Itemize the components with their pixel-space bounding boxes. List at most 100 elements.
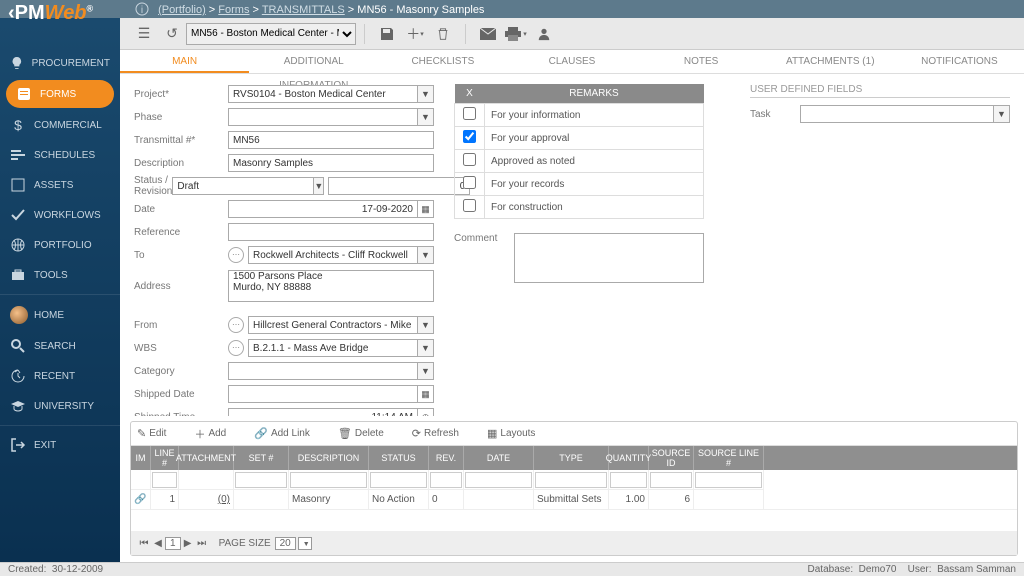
sidebar-item-procurement[interactable]: PROCUREMENT	[0, 48, 120, 78]
to-field[interactable]	[248, 246, 418, 264]
lookup-icon[interactable]: ⋯	[228, 340, 244, 356]
chevron-down-icon[interactable]: ▼	[418, 316, 434, 334]
sidebar-item-recent[interactable]: RECENT	[0, 361, 120, 391]
grid-col-set[interactable]: SET #	[234, 446, 289, 470]
chevron-down-icon[interactable]: ▼	[418, 108, 434, 126]
filter-input[interactable]	[152, 472, 177, 488]
chevron-down-icon[interactable]: ▼	[418, 339, 434, 357]
save-icon[interactable]	[375, 22, 399, 46]
undo-icon[interactable]: ↺	[160, 22, 184, 46]
remark-checkbox[interactable]	[463, 176, 476, 189]
cell-attachment[interactable]: (0)	[179, 490, 234, 509]
revision-field[interactable]	[328, 177, 470, 195]
sidebar-item-forms[interactable]: FORMS	[6, 80, 114, 108]
grid-refresh-button[interactable]: ⟳Refresh	[412, 427, 473, 440]
remark-checkbox[interactable]	[463, 107, 476, 120]
tab-notifications[interactable]: NOTIFICATIONS	[895, 50, 1024, 73]
from-field[interactable]	[248, 316, 418, 334]
calendar-icon[interactable]: ▦	[418, 200, 434, 218]
filter-input[interactable]	[235, 472, 287, 488]
project-field[interactable]	[228, 85, 418, 103]
comment-field[interactable]	[514, 233, 704, 283]
sidebar-item-portfolio[interactable]: PORTFOLIO	[0, 230, 120, 260]
grid-delete-button[interactable]: 🗑Delete	[338, 427, 398, 440]
wbs-field[interactable]	[248, 339, 418, 357]
filter-input[interactable]	[610, 472, 647, 488]
grid-col-type[interactable]: TYPE	[534, 446, 609, 470]
task-field[interactable]	[800, 105, 994, 123]
date-field[interactable]	[228, 200, 418, 218]
grid-col-rev[interactable]: REV.	[429, 446, 464, 470]
tab-notes[interactable]: NOTES	[637, 50, 766, 73]
chevron-down-icon[interactable]: ▼	[314, 177, 324, 195]
grid-add-button[interactable]: ＋Add	[194, 426, 240, 442]
filter-input[interactable]	[695, 472, 762, 488]
sidebar-item-workflows[interactable]: WORKFLOWS	[0, 200, 120, 230]
grid-col-source-line[interactable]: SOURCE LINE #	[694, 446, 764, 470]
grid-col-img[interactable]: IM	[131, 446, 151, 470]
remark-checkbox[interactable]	[463, 199, 476, 212]
shipped-time-field[interactable]	[228, 408, 418, 416]
category-field[interactable]	[228, 362, 418, 380]
grid-layouts-button[interactable]: ▦Layouts	[487, 427, 549, 440]
chevron-down-icon[interactable]: ▼	[994, 105, 1010, 123]
filter-input[interactable]	[430, 472, 462, 488]
link-icon[interactable]: 🔗	[131, 490, 151, 509]
status-field[interactable]	[172, 177, 314, 195]
sidebar-item-search[interactable]: SEARCH	[0, 331, 120, 361]
grid-col-line[interactable]: LINE #	[151, 446, 179, 470]
grid-col-date[interactable]: DATE	[464, 446, 534, 470]
pager-last-icon[interactable]: ⏭	[195, 538, 209, 549]
tab-additional[interactable]: ADDITIONAL INFORMATION	[249, 50, 378, 73]
page-size-value[interactable]: 20	[275, 537, 296, 550]
reference-field[interactable]	[228, 223, 434, 241]
filter-input[interactable]	[465, 472, 532, 488]
chevron-down-icon[interactable]	[298, 537, 312, 550]
filter-input[interactable]	[535, 472, 607, 488]
delete-icon[interactable]	[431, 22, 455, 46]
shipped-date-field[interactable]	[228, 385, 418, 403]
sidebar-item-commercial[interactable]: $COMMERCIAL	[0, 110, 120, 140]
grid-col-quantity[interactable]: QUANTITY	[609, 446, 649, 470]
grid-add-link-button[interactable]: 🔗Add Link	[254, 427, 324, 440]
sidebar-item-exit[interactable]: EXIT	[0, 430, 120, 460]
lookup-icon[interactable]: ⋯	[228, 317, 244, 333]
sidebar-item-university[interactable]: UNIVERSITY	[0, 391, 120, 421]
chevron-down-icon[interactable]: ▼	[418, 362, 434, 380]
sidebar-item-assets[interactable]: ASSETS	[0, 170, 120, 200]
tab-attachments[interactable]: ATTACHMENTS (1)	[766, 50, 895, 73]
filter-input[interactable]	[290, 472, 367, 488]
remark-checkbox[interactable]	[463, 153, 476, 166]
calendar-icon[interactable]: ▦	[418, 385, 434, 403]
record-selector[interactable]: MN56 - Boston Medical Center - Ma	[186, 23, 356, 45]
description-field[interactable]	[228, 154, 434, 172]
lookup-icon[interactable]: ⋯	[228, 247, 244, 263]
chevron-down-icon[interactable]: ▼	[418, 246, 434, 264]
sidebar-item-tools[interactable]: TOOLS	[0, 260, 120, 290]
tab-main[interactable]: MAIN	[120, 50, 249, 73]
add-icon[interactable]: ＋▾	[403, 22, 427, 46]
bc-forms[interactable]: Forms	[218, 4, 249, 16]
list-view-icon[interactable]: ☰	[132, 22, 156, 46]
chevron-down-icon[interactable]: ▼	[418, 85, 434, 103]
tab-checklists[interactable]: CHECKLISTS	[378, 50, 507, 73]
pager-first-icon[interactable]: ⏮	[137, 538, 151, 549]
filter-input[interactable]	[370, 472, 427, 488]
sidebar-item-home[interactable]: HOME	[0, 299, 120, 331]
filter-input[interactable]	[650, 472, 692, 488]
bc-transmittals[interactable]: TRANSMITTALS	[262, 4, 345, 16]
pager-next-icon[interactable]: ▶	[181, 538, 195, 549]
phase-field[interactable]	[228, 108, 418, 126]
sidebar-item-schedules[interactable]: SCHEDULES	[0, 140, 120, 170]
user-icon[interactable]	[532, 22, 556, 46]
clock-icon[interactable]: ◷	[418, 408, 434, 416]
print-icon[interactable]: ▾	[504, 22, 528, 46]
tab-clauses[interactable]: CLAUSES	[507, 50, 636, 73]
mail-icon[interactable]	[476, 22, 500, 46]
grid-edit-button[interactable]: ✎Edit	[137, 427, 180, 440]
remark-checkbox[interactable]	[463, 130, 476, 143]
transmittal-field[interactable]	[228, 131, 434, 149]
grid-col-description[interactable]: DESCRIPTION	[289, 446, 369, 470]
grid-col-status[interactable]: STATUS	[369, 446, 429, 470]
address-field[interactable]	[228, 270, 434, 302]
